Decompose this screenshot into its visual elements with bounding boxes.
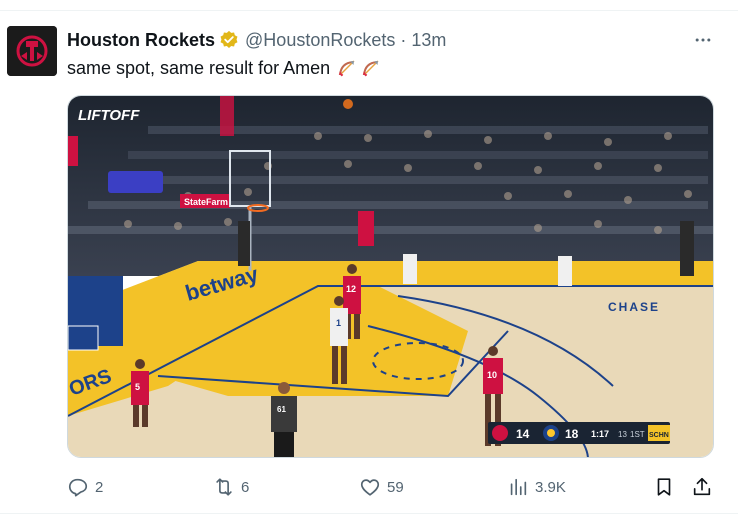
game-clock: 1:17 [591,429,609,439]
author-name[interactable]: Houston Rockets [67,30,215,51]
video-frame: StateFarm betway CHASE ORS 5 12 1 10 61 … [68,96,713,457]
video-media[interactable]: StateFarm betway CHASE ORS 5 12 1 10 61 … [67,95,714,458]
more-icon[interactable] [688,28,718,52]
jersey-number: 10 [487,370,497,380]
bow-and-arrow-emoji [361,58,381,78]
like-button[interactable]: 59 [359,474,404,500]
separator-dot: · [400,29,407,50]
avatar[interactable] [7,26,57,76]
bookmark-button[interactable] [653,474,675,500]
reply-icon [68,478,88,497]
jersey-number: 61 [277,405,286,414]
share-button[interactable] [691,474,713,500]
verified-badge-icon [219,30,239,50]
reply-count: 2 [95,478,104,496]
tweet-body: same spot, same result for Amen [67,56,381,80]
repost-count: 6 [241,478,250,496]
bookmark-icon [657,478,671,496]
shot-clock: 13 [618,430,627,439]
court-baseline-text: CHASE [608,300,660,314]
author-handle[interactable]: @HoustonRockets [245,30,395,51]
tweet-header: Houston Rockets @HoustonRockets · 13m [67,28,446,52]
repost-button[interactable]: 6 [213,474,249,500]
state-farm-text: StateFarm [184,197,228,207]
views-button[interactable]: 3.9K [507,474,566,500]
views-icon [510,478,527,496]
like-icon [360,479,380,496]
jersey-number: 12 [346,284,356,294]
jersey-number: 5 [135,382,140,392]
bottom-divider [0,513,738,514]
bow-and-arrow-emoji [337,58,357,78]
period: 1ST [630,430,645,439]
jersey-number: 1 [336,318,341,328]
tweet-actions: 2 6 59 3.9K [67,474,718,500]
liftoff-watermark: LIFTOFF [78,107,140,124]
rockets-logo-icon [7,26,57,76]
views-count: 3.9K [535,478,566,496]
top-divider [0,10,738,11]
repost-icon [216,478,232,496]
timestamp[interactable]: 13m [411,30,446,51]
like-count: 59 [387,478,404,496]
reply-button[interactable]: 2 [67,474,103,500]
scoreboard: 14 18 1:17 13 1ST SCHN [488,422,670,444]
score-home: 14 [516,427,530,441]
score-away: 18 [565,427,579,441]
network-logo: SCHN [649,432,669,439]
share-icon [693,477,711,496]
tweet-text: same spot, same result for Amen [67,58,331,78]
